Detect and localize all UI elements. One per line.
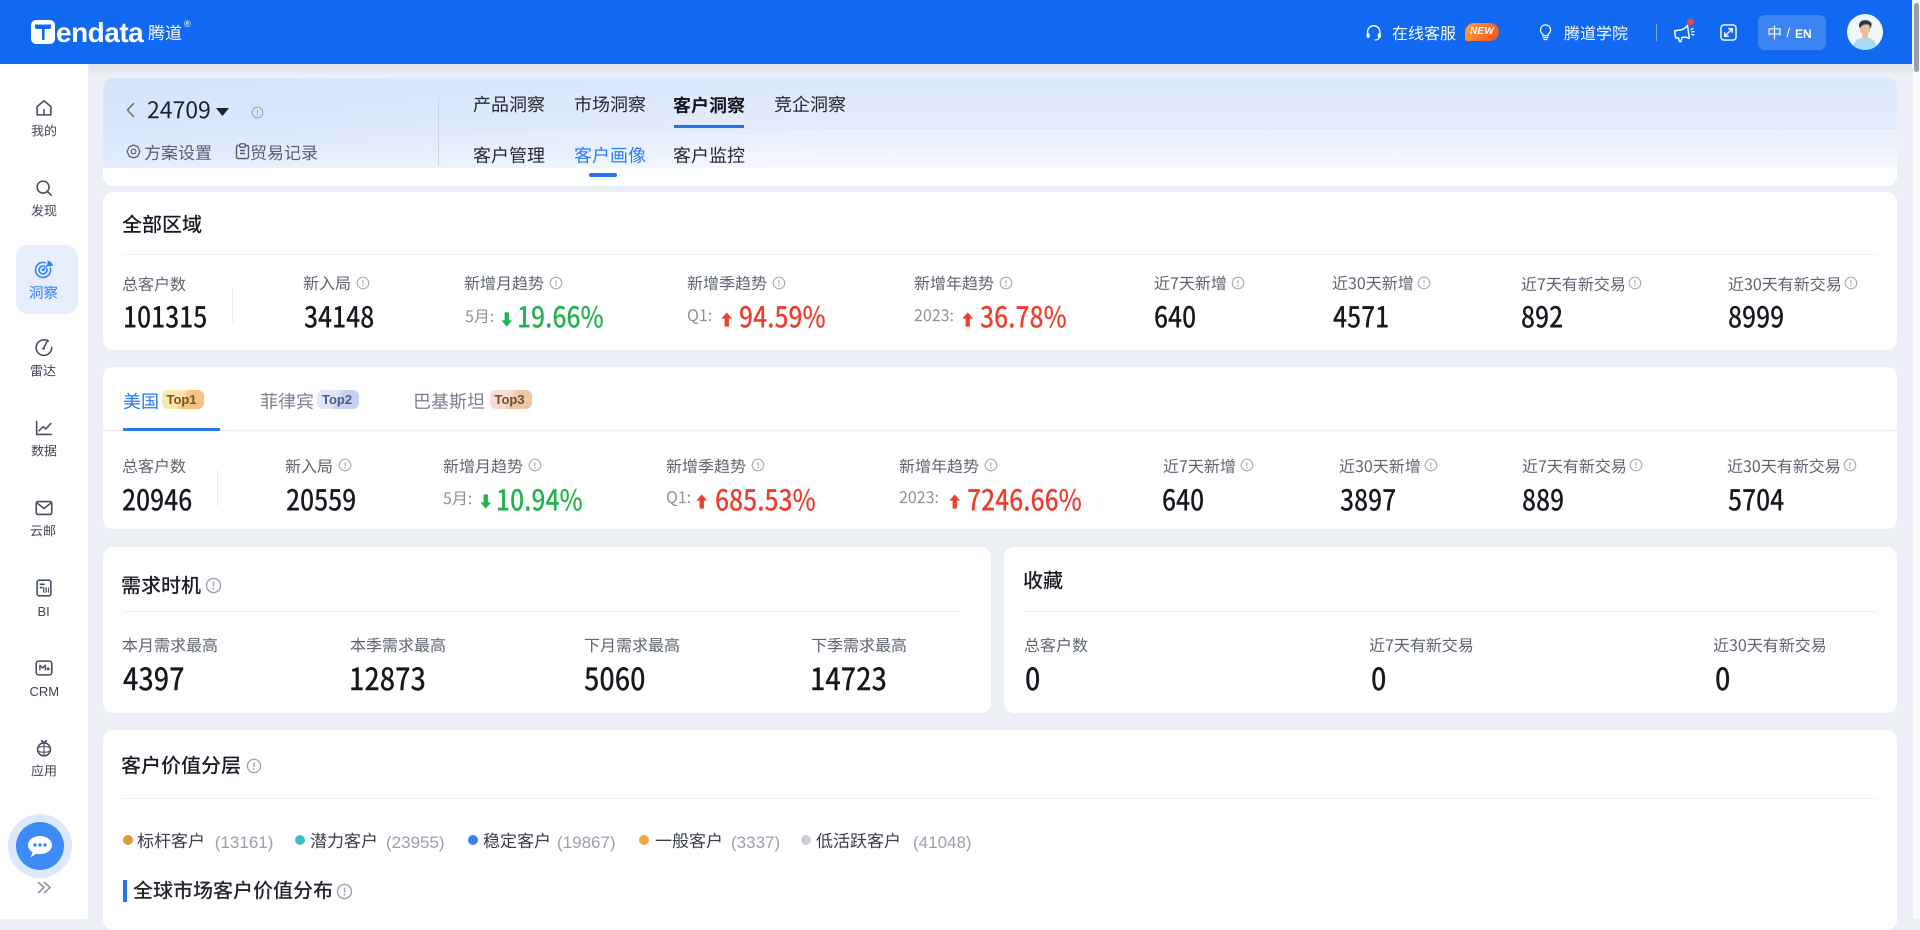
svg-text:BI: BI [43,588,50,595]
